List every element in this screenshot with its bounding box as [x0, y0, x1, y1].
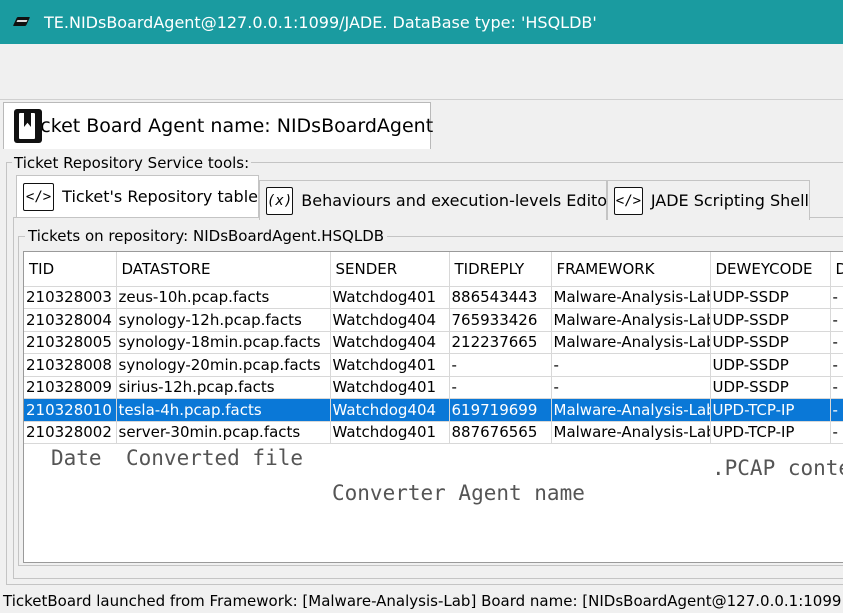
column-header[interactable]: TIDREPLY	[449, 252, 552, 287]
table-cell: Watchdog404	[330, 308, 450, 332]
status-text: TicketBoard launched from Framework: [Ma…	[3, 592, 842, 610]
table-cell: Watchdog401	[330, 376, 450, 399]
table-cell: UDP-SSDP	[710, 376, 831, 399]
table-cell: 210328008	[24, 353, 117, 377]
table-cell: UDP-SSDP	[710, 331, 831, 354]
table-cell: Malware-Analysis-Lab	[551, 398, 711, 422]
repository-group-legend: Tickets on repository: NIDsBoardAgent.HS…	[25, 227, 388, 245]
table-cell: Watchdog401	[330, 421, 450, 444]
agent-tab-label: Ticket Board Agent name: NIDsBoardAgent	[24, 115, 434, 137]
table-row[interactable]: 210328008 synology-20min.pcap.facts Watc…	[24, 353, 843, 377]
table-row[interactable]: 210328004 synology-12h.pcap.facts Watchd…	[24, 308, 843, 332]
table-cell: -	[830, 286, 843, 309]
table-cell: Malware-Analysis-Lab	[551, 421, 711, 444]
table-cell: -	[551, 376, 711, 399]
status-bar: TicketBoard launched from Framework: [Ma…	[0, 589, 843, 613]
table-cell: zeus-10h.pcap.facts	[116, 286, 331, 309]
code-icon: </>	[23, 182, 55, 211]
table-cell: -	[830, 353, 843, 377]
table-cell: Malware-Analysis-Lab	[551, 308, 711, 332]
table-cell: Watchdog401	[330, 353, 450, 377]
java-app-icon	[14, 15, 30, 29]
table-cell: tesla-4h.pcap.facts	[116, 398, 331, 422]
table-cell: 210328004	[24, 308, 117, 332]
table-cell: 210328003	[24, 286, 117, 309]
table-row[interactable]: 210328002 server-30min.pcap.facts Watchd…	[24, 421, 843, 444]
column-header[interactable]: D	[830, 252, 843, 287]
title-bar: TE.NIDsBoardAgent@127.0.0.1:1099/JADE. D…	[0, 0, 843, 44]
table-cell: sirius-12h.pcap.facts	[116, 376, 331, 399]
table-cell: Malware-Analysis-Lab	[551, 286, 711, 309]
table-row-selected[interactable]: 210328010 tesla-4h.pcap.facts Watchdog40…	[24, 398, 843, 422]
tab-label: Ticket's Repository table	[62, 187, 258, 206]
hint-date: Date	[51, 446, 102, 470]
tab-label: Behaviours and execution-levels Editor	[301, 191, 614, 210]
table-cell: 765933426	[449, 308, 552, 332]
table-cell: Malware-Analysis-Lab	[551, 331, 711, 354]
table-cell: -	[449, 353, 552, 377]
tab-label: JADE Scripting Shell	[650, 191, 809, 210]
column-header[interactable]: DEWEYCODE	[710, 252, 831, 287]
tab-behaviours-editor[interactable]: (x) Behaviours and execution-levels Edit…	[259, 180, 614, 220]
column-header[interactable]: FRAMEWORK	[551, 252, 711, 287]
table-cell: -	[449, 376, 552, 399]
table-cell: Watchdog404	[330, 398, 450, 422]
table-row[interactable]: 210328009 sirius-12h.pcap.facts Watchdog…	[24, 376, 843, 399]
variable-icon: (x)	[266, 186, 294, 215]
column-header[interactable]: SENDER	[330, 252, 450, 287]
table-cell: 210328009	[24, 376, 117, 399]
table-cell: 887676565	[449, 421, 552, 444]
tickets-table[interactable]: TID DATASTORE SENDER TIDREPLY FRAMEWORK …	[23, 251, 843, 563]
hint-converted-file: Converted file	[126, 446, 304, 470]
tab-ticket-board-agent[interactable]: Ticket Board Agent name: NIDsBoardAgent	[3, 102, 434, 149]
table-cell: -	[830, 331, 843, 354]
hint-pcap-content: .PCAP conte	[712, 456, 843, 480]
table-row[interactable]: 210328005 synology-18min.pcap.facts Watc…	[24, 331, 843, 354]
table-cell: 210328002	[24, 421, 117, 444]
table-cell: 212237665	[449, 331, 552, 354]
table-cell: Watchdog401	[330, 286, 450, 309]
tab-repository-table[interactable]: </> Ticket's Repository table	[16, 175, 259, 217]
table-cell: 210328010	[24, 398, 117, 422]
table-cell: -	[830, 308, 843, 332]
code-icon: </>	[614, 186, 643, 215]
tools-group-legend: Ticket Repository Service tools:	[12, 154, 252, 172]
table-row[interactable]: 210328003 zeus-10h.pcap.facts Watchdog40…	[24, 286, 843, 309]
table-cell: UPD-TCP-IP	[710, 421, 831, 444]
table-cell: -	[830, 376, 843, 399]
table-cell: -	[830, 398, 843, 422]
table-cell: -	[551, 353, 711, 377]
table-cell: UDP-SSDP	[710, 353, 831, 377]
menu-bar	[0, 44, 843, 100]
table-cell: 886543443	[449, 286, 552, 309]
window-title: TE.NIDsBoardAgent@127.0.0.1:1099/JADE. D…	[44, 12, 597, 32]
table-cell: server-30min.pcap.facts	[116, 421, 331, 444]
table-cell: 210328005	[24, 331, 117, 354]
hint-converter-agent-name: Converter Agent name	[332, 481, 585, 505]
tab-jade-scripting-shell[interactable]: </> JADE Scripting Shell	[607, 180, 810, 220]
table-cell: UDP-SSDP	[710, 286, 831, 309]
table-cell: synology-20min.pcap.facts	[116, 353, 331, 377]
table-cell: UDP-SSDP	[710, 308, 831, 332]
table-cell: UPD-TCP-IP	[710, 398, 831, 422]
column-header[interactable]: DATASTORE	[116, 252, 331, 287]
table-cell: -	[830, 421, 843, 444]
column-header[interactable]: TID	[24, 252, 117, 287]
table-cell: Watchdog404	[330, 331, 450, 354]
table-cell: synology-12h.pcap.facts	[116, 308, 331, 332]
table-cell: synology-18min.pcap.facts	[116, 331, 331, 354]
table-header-row: TID DATASTORE SENDER TIDREPLY FRAMEWORK …	[24, 252, 843, 287]
table-cell: 619719699	[449, 398, 552, 422]
